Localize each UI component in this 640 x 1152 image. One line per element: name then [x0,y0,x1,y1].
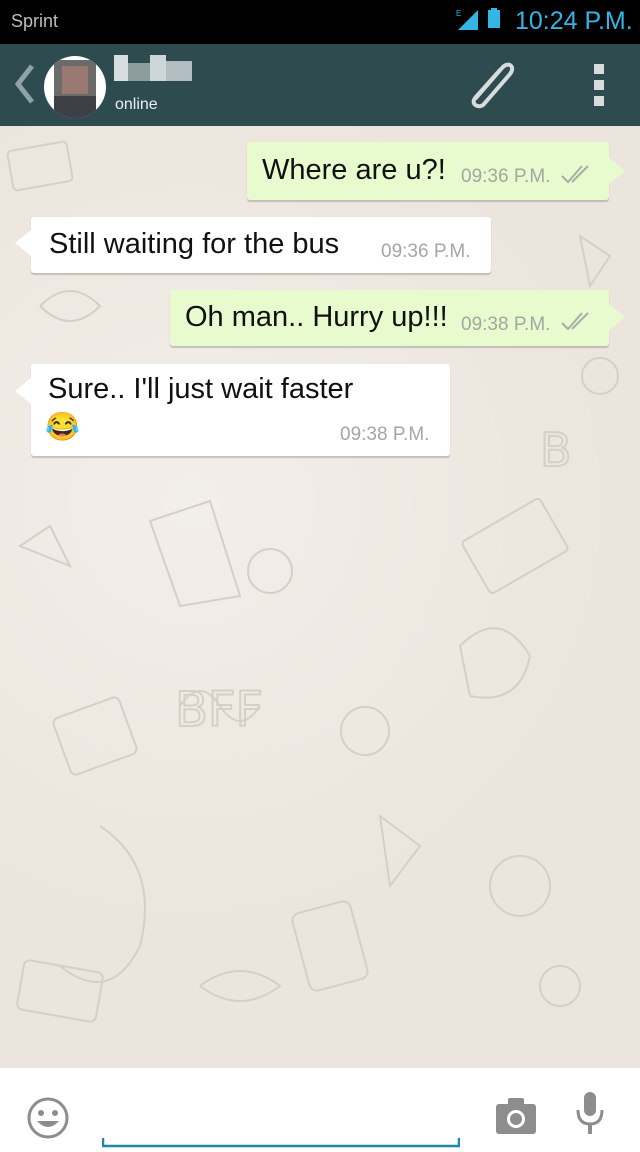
message-bubble-incoming[interactable]: Still waiting for the bus 09:36 P.M. [31,217,491,273]
camera-icon[interactable] [496,1098,536,1134]
message-time: 09:38 P.M. [461,314,551,335]
bubble-tail [15,378,31,404]
emoji-icon[interactable] [26,1096,70,1140]
message-text: Oh man.. Hurry up!!! [185,301,448,333]
message-time: 09:36 P.M. [381,241,471,262]
message-time: 09:38 P.M. [340,424,430,445]
message-text: Still waiting for the bus [49,228,340,260]
message-text: Where are u?! [262,154,446,186]
back-chevron-icon[interactable] [12,62,38,106]
microphone-icon[interactable] [576,1092,604,1136]
contact-status: online [115,96,158,113]
double-check-icon [561,312,589,331]
double-check-icon [561,165,589,184]
message-time: 09:36 P.M. [461,166,551,187]
contact-avatar[interactable] [44,56,106,118]
svg-text:BFF: BFF [175,682,263,738]
carrier-name: Sprint [11,11,59,31]
status-bar: Sprint E 10:24 P.M. [0,0,640,44]
clock: 10:24 P.M. [515,7,633,35]
bubble-tail [609,304,625,330]
message-text: Sure.. I'll just wait faster [48,373,354,405]
battery-icon [488,8,500,28]
network-type-label: E [456,9,461,18]
contact-name-redacted[interactable] [114,55,194,81]
paperclip-icon[interactable] [464,58,520,110]
message-bubble-incoming[interactable]: Sure.. I'll just wait faster 😂 09:38 P.M… [31,364,450,456]
svg-text:B: B [540,423,572,477]
bubble-tail [15,230,31,256]
bubble-tail [609,158,625,184]
chat-area: BFF B Where are u?! 09:36 P.M. Still wai… [0,126,640,1068]
message-bubble-outgoing[interactable]: Where are u?! 09:36 P.M. [247,142,609,200]
signal-icon: E [456,9,478,30]
message-bubble-outgoing[interactable]: Oh man.. Hurry up!!! 09:38 P.M. [170,290,609,346]
overflow-menu-icon[interactable] [592,64,606,106]
tears-of-joy-emoji: 😂 [45,411,80,442]
message-input-field[interactable] [102,1138,460,1148]
